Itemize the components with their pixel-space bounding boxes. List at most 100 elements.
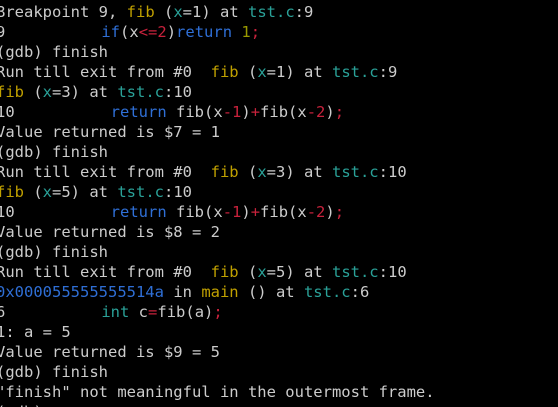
- terminal-text-segment: :6: [350, 283, 370, 301]
- terminal-text-segment: Run till exit from #0: [0, 163, 211, 181]
- terminal-text-segment: fib(: [166, 103, 214, 121]
- terminal-text-segment: :10: [378, 163, 407, 181]
- terminal-text-segment: if: [101, 23, 121, 41]
- terminal-text-segment: (gdb) finish: [0, 43, 108, 61]
- terminal-text-segment: -1: [222, 103, 242, 121]
- terminal-line: (gdb) finish: [0, 242, 558, 262]
- terminal-text-segment: 0x000055555555514a: [0, 283, 164, 301]
- terminal-line: 6 int c=fib(a);: [0, 302, 558, 322]
- terminal-text-segment: -1: [222, 203, 242, 221]
- terminal-text-segment: =: [148, 303, 158, 321]
- terminal-line: Value returned is $7 = 1: [0, 122, 558, 142]
- terminal-text-segment: x: [213, 103, 223, 121]
- terminal-text-segment: :10: [164, 83, 193, 101]
- terminal-text-segment: (gdb) finish: [0, 243, 108, 261]
- terminal-text-segment: fib(: [260, 103, 298, 121]
- terminal-text-segment: (: [120, 23, 130, 41]
- terminal-text-segment: ): [325, 203, 335, 221]
- terminal-text-segment: tst.c: [117, 83, 165, 101]
- terminal-line: "finish" not meaningful in the outermost…: [0, 382, 558, 402]
- terminal-line: Breakpoint 9, fib (x=1) at tst.c:9: [0, 2, 558, 22]
- terminal-text-segment: fib(: [260, 203, 298, 221]
- terminal-text-segment: :9: [294, 3, 314, 21]
- terminal-text-segment: fib: [210, 163, 239, 181]
- terminal-line: (gdb) finish: [0, 362, 558, 382]
- terminal-text-segment: return: [110, 103, 167, 121]
- terminal-text-segment: 1: a = 5: [0, 323, 71, 341]
- terminal-text-segment: (gdb) finish: [0, 143, 108, 161]
- terminal-line: (gdb): [0, 402, 558, 407]
- terminal-text-segment: 6: [0, 303, 6, 321]
- terminal-text-segment: (gdb): [0, 403, 52, 407]
- terminal-text-segment: return: [176, 23, 233, 41]
- terminal-text-segment: Run till exit from #0: [0, 63, 211, 81]
- terminal-text-segment: ;: [213, 303, 223, 321]
- terminal-text-segment: 1: [241, 23, 251, 41]
- terminal-text-segment: ): [166, 23, 177, 41]
- terminal-line: Run till exit from #0 fib (x=3) at tst.c…: [0, 162, 558, 182]
- terminal-text-segment: "finish" not meaningful in the outermost…: [0, 383, 435, 401]
- terminal-line: fib (x=5) at tst.c:10: [0, 182, 558, 202]
- terminal-text-segment: in: [163, 283, 202, 301]
- terminal-text-segment: =1) at: [182, 3, 248, 21]
- terminal-text-segment: =3) at: [266, 163, 332, 181]
- terminal-text-segment: :9: [378, 63, 398, 81]
- terminal-text-segment: -2: [306, 203, 326, 221]
- terminal-text-segment: -2: [306, 103, 326, 121]
- terminal-text-segment: ): [204, 303, 214, 321]
- terminal-text-segment: fib: [210, 263, 239, 281]
- terminal-output[interactable]: Breakpoint 9, fib (x=1) at tst.c:9 9 if(x<…: [0, 2, 558, 407]
- terminal-text-segment: () at: [238, 283, 304, 301]
- terminal-text-segment: Run till exit from #0: [0, 263, 211, 281]
- terminal-line: fib (x=3) at tst.c:10: [0, 82, 558, 102]
- terminal-line: (gdb) finish: [0, 142, 558, 162]
- terminal-text-segment: Breakpoint 9,: [0, 3, 127, 21]
- terminal-text-segment: tst.c: [248, 3, 295, 21]
- terminal-text-segment: a: [194, 303, 205, 321]
- terminal-line: 1: a = 5: [0, 322, 558, 342]
- terminal-text-segment: ): [325, 103, 335, 121]
- terminal-text-segment: x: [129, 23, 139, 41]
- terminal-text-segment: main: [201, 283, 239, 301]
- terminal-text-segment: x: [257, 263, 267, 281]
- terminal-text-segment: return: [110, 203, 167, 221]
- terminal-line: 10 return fib(x-1)+fib(x-2);: [0, 202, 558, 222]
- terminal-text-segment: x: [173, 3, 183, 21]
- terminal-text-segment: x: [297, 203, 307, 221]
- terminal-text-segment: :10: [378, 263, 407, 281]
- terminal-text-segment: (: [24, 83, 43, 101]
- terminal-text-segment: 10: [0, 103, 15, 121]
- terminal-text-segment: fib(: [157, 303, 195, 321]
- terminal-text-segment: :10: [164, 183, 193, 201]
- terminal-text-segment: x: [42, 183, 53, 201]
- terminal-text-segment: x: [213, 203, 223, 221]
- terminal-text-segment: tst.c: [331, 63, 379, 81]
- terminal-text-segment: ;: [334, 203, 345, 221]
- terminal-text-segment: +: [250, 203, 261, 221]
- terminal-text-segment: tst.c: [331, 163, 379, 181]
- terminal-text-segment: (: [238, 163, 258, 181]
- terminal-text-segment: x: [297, 103, 307, 121]
- terminal-text-segment: x: [42, 83, 53, 101]
- terminal-text-segment: int: [101, 303, 130, 321]
- terminal-line: 0x000055555555514a in main () at tst.c:6: [0, 282, 558, 302]
- terminal-text-segment: ;: [250, 23, 261, 41]
- terminal-text-segment: x: [257, 63, 267, 81]
- terminal-text-segment: Value returned is $7 = 1: [0, 123, 220, 141]
- terminal-text-segment: tst.c: [303, 283, 351, 301]
- terminal-text-segment: tst.c: [117, 183, 165, 201]
- terminal-text-segment: Value returned is $9 = 5: [0, 343, 220, 361]
- terminal-text-segment: <=2: [138, 23, 167, 41]
- terminal-text-segment: ;: [334, 103, 345, 121]
- terminal-text-segment: =3) at: [52, 83, 118, 101]
- terminal-line: Run till exit from #0 fib (x=1) at tst.c…: [0, 62, 558, 82]
- terminal-line: 9 if(x<=2)return 1;: [0, 22, 558, 42]
- terminal-text-segment: fib(: [166, 203, 214, 221]
- terminal-text-segment: 9: [0, 23, 6, 41]
- terminal-line: Run till exit from #0 fib (x=5) at tst.c…: [0, 262, 558, 282]
- terminal-line: Value returned is $9 = 5: [0, 342, 558, 362]
- terminal-text-segment: +: [250, 103, 261, 121]
- terminal-text-segment: fib: [126, 3, 155, 21]
- terminal-text-segment: c: [129, 303, 149, 321]
